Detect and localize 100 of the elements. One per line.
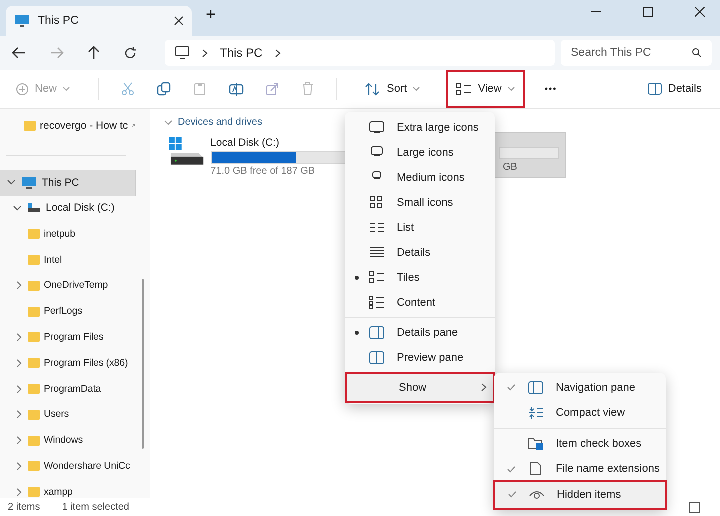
tab-title: This PC (38, 15, 80, 27)
sidebar-item[interactable]: Program Files (0, 324, 136, 350)
monitor-icon (369, 146, 385, 160)
sidebar-item[interactable]: inetpub (0, 221, 136, 248)
usage-bar (499, 147, 559, 159)
folder-icon (28, 436, 40, 446)
lines-icon (369, 246, 385, 260)
menu-item[interactable]: Tiles (345, 265, 495, 290)
menu-item[interactable]: Small icons (345, 190, 495, 215)
sidebar-item[interactable]: OneDriveTemp (0, 272, 136, 299)
sidebar-item[interactable]: xampp (0, 479, 136, 498)
preview-pane-icon (369, 350, 385, 364)
folder-icon (28, 410, 40, 420)
list-icon (369, 220, 385, 234)
details-pane-icon (369, 326, 385, 340)
search-field[interactable]: Search This PC (561, 40, 712, 66)
folder-icon (28, 280, 40, 291)
folder-icon (28, 358, 40, 368)
chevron-icon[interactable] (274, 48, 281, 58)
tiles-icon (456, 82, 472, 96)
navigation-pane-icon (528, 380, 544, 395)
copy-icon[interactable] (157, 82, 172, 96)
caret-icon (63, 87, 70, 91)
sidebar-item[interactable]: PerfLogs (0, 298, 136, 325)
window-tab[interactable]: This PC (6, 6, 192, 36)
chevron-icon[interactable] (13, 204, 22, 213)
details-button[interactable]: Details (642, 75, 708, 103)
sidebar-item[interactable]: Users (0, 402, 136, 428)
section-title: Devices and drives (178, 117, 262, 128)
sidebar-item[interactable]: Intel (0, 247, 136, 273)
monitor-icon (21, 176, 37, 190)
sidebar-item[interactable]: Wondershare UniCc (0, 454, 136, 480)
menu-item[interactable]: Compact view (494, 400, 666, 426)
folder-icon (28, 306, 40, 317)
search-icon (692, 48, 702, 58)
rename-icon[interactable] (229, 82, 244, 96)
checkbox-folder-icon (528, 436, 544, 451)
drive-icon (169, 137, 205, 167)
show-menu-item[interactable]: Show (347, 374, 493, 401)
menu-item[interactable]: List (345, 215, 495, 240)
sidebar-item[interactable]: ProgramData (0, 376, 136, 402)
maximize-icon[interactable] (643, 7, 653, 17)
menu-item[interactable]: Navigation pane (494, 375, 666, 400)
details-pane-icon (648, 83, 662, 95)
close-tab-icon[interactable] (174, 16, 184, 26)
up-arrow-icon[interactable] (88, 46, 100, 60)
refresh-icon[interactable] (124, 46, 137, 60)
sort-arrows-icon (365, 82, 382, 96)
drive-name: Local Disk (C:) (210, 137, 280, 149)
address-bar[interactable]: This PC (165, 40, 555, 66)
sidebar-item[interactable]: Windows (0, 428, 136, 454)
folder-icon (28, 384, 40, 394)
back-arrow-icon[interactable] (12, 47, 26, 59)
monitor-icon (369, 120, 385, 134)
chevron-icon (481, 383, 487, 392)
sort-button[interactable]: Sort (359, 75, 426, 103)
sidebar-item[interactable]: Program Files (x86) (0, 350, 136, 376)
menu-item[interactable]: Preview pane (345, 345, 495, 370)
folder-icon (28, 487, 40, 498)
drive-icon (27, 202, 41, 214)
file-icon (528, 462, 544, 476)
tiles-view-icon[interactable] (689, 502, 700, 512)
grid-icon (369, 196, 385, 210)
path-label: This PC (220, 46, 263, 60)
folder-icon (28, 332, 40, 342)
monitor-icon (175, 46, 190, 60)
forward-arrow-icon[interactable] (50, 47, 64, 59)
menu-item[interactable]: Content (345, 290, 495, 315)
more-options-button[interactable]: ••• (544, 84, 558, 94)
monitor-icon (14, 14, 30, 28)
menu-item[interactable]: Item check boxes (494, 431, 666, 456)
close-icon[interactable] (695, 7, 705, 17)
sidebar-item[interactable]: Local Disk (C:) (0, 196, 136, 222)
chevron-icon[interactable] (202, 48, 208, 58)
menu-item[interactable]: Hidden items (495, 482, 665, 508)
menu-item[interactable]: File name extensions (494, 456, 666, 482)
share-icon[interactable] (266, 82, 280, 96)
new-tab-button[interactable]: + (192, 5, 230, 31)
folder-icon (28, 229, 40, 240)
plus-circle-icon (16, 82, 29, 96)
folder-icon (28, 461, 40, 472)
free-space-text: GB (503, 162, 518, 173)
menu-item[interactable]: Details pane (345, 320, 495, 345)
tiles-icon (369, 270, 385, 284)
view-button[interactable]: View (448, 72, 523, 106)
caret-icon (413, 87, 420, 91)
sidebar-item[interactable]: This PC (0, 170, 136, 196)
sidebar-item[interactable]: recovergo - How tc (0, 113, 136, 139)
caret-icon (508, 87, 515, 91)
menu-item[interactable]: Details (345, 240, 495, 265)
item-count: 2 items (8, 502, 40, 512)
scrollbar-thumb[interactable] (142, 279, 144, 449)
compact-view-icon (528, 406, 544, 420)
folder-icon (28, 255, 40, 266)
clipboard-icon[interactable] (193, 82, 208, 96)
content-icon (369, 296, 385, 310)
folder-icon (24, 120, 36, 131)
free-space-text: 71.0 GB free of 187 GB (210, 166, 316, 177)
selection-count: 1 item selected (62, 502, 130, 512)
chevron-icon[interactable] (7, 178, 16, 188)
